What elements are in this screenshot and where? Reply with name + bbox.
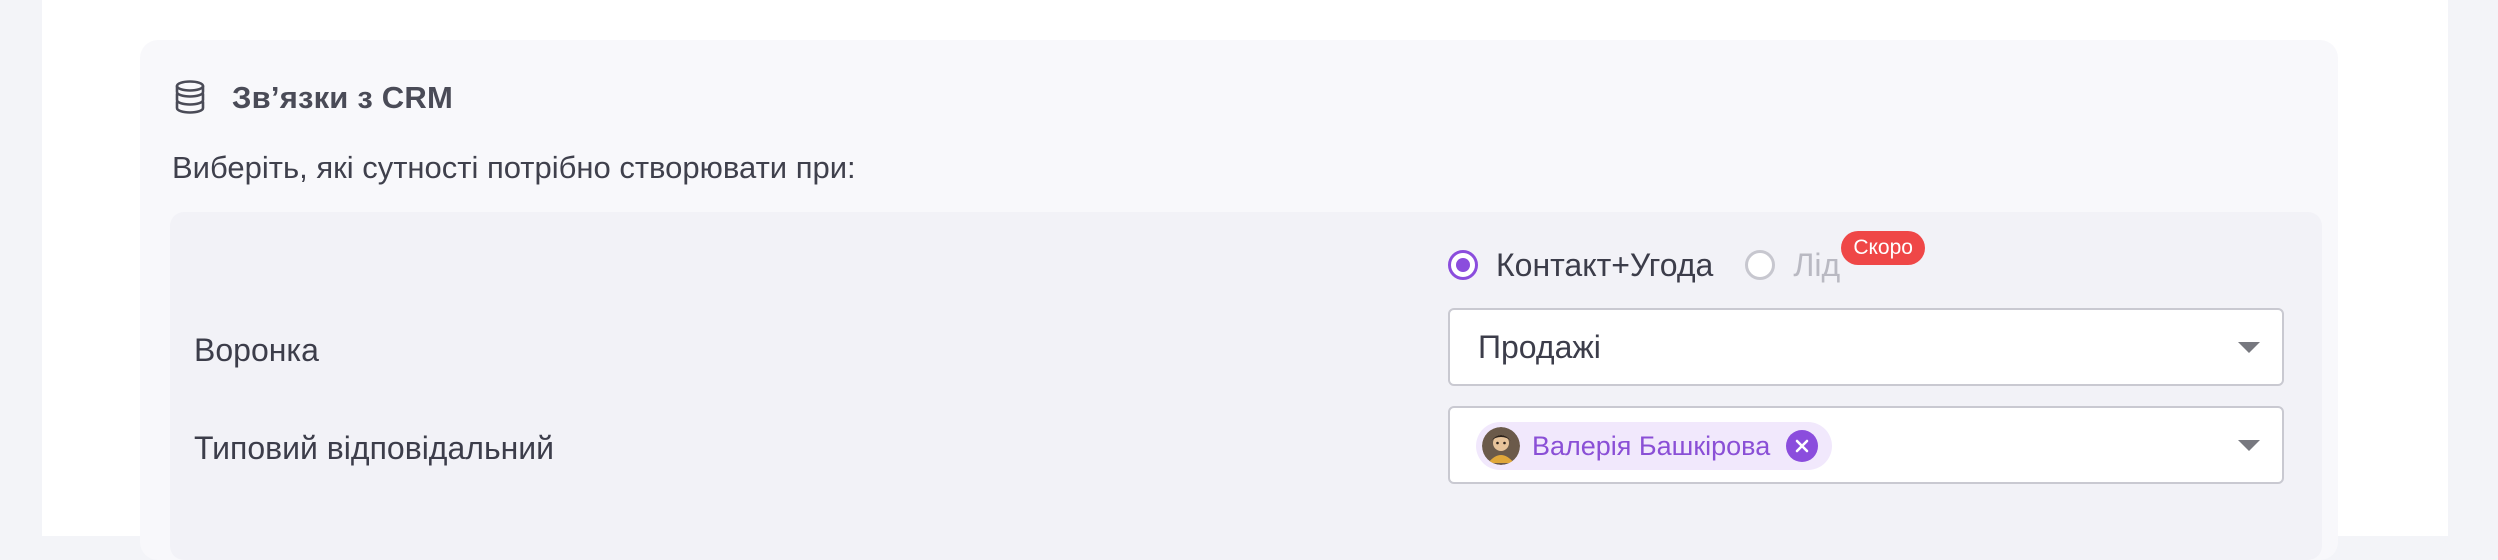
- radio-checked-icon[interactable]: [1448, 250, 1478, 280]
- database-icon: [175, 80, 205, 114]
- responsible-label: Типовий відповідальний: [194, 430, 555, 466]
- radio-unchecked-icon[interactable]: [1745, 250, 1776, 280]
- crm-links-card: Зв’язки з CRM Виберіть, які сутності пот…: [140, 40, 2338, 560]
- card-header: Зв’язки з CRM: [170, 78, 453, 118]
- responsible-user-chip[interactable]: Валерія Башкірова: [1476, 422, 1833, 470]
- radio-lead[interactable]: Лід Скоро: [1745, 230, 1925, 284]
- card-subtitle: Виберіть, які сутності потрібно створюва…: [172, 150, 856, 185]
- pipeline-select-value: Продажі: [1478, 329, 1601, 365]
- pipeline-label: Воронка: [194, 332, 319, 368]
- settings-page: Зв’язки з CRM Виберіть, які сутності пот…: [42, 0, 2448, 560]
- soon-badge: Скоро: [1841, 230, 1925, 265]
- pipeline-select[interactable]: Продажі: [1448, 308, 2284, 386]
- chevron-down-icon[interactable]: [2238, 342, 2260, 353]
- responsible-user-name: Валерія Башкірова: [1532, 430, 1771, 461]
- entity-type-radio-group: Контакт+Угода Лід Скоро: [1448, 230, 1925, 292]
- crm-settings-panel: Контакт+Угода Лід Скоро Воронка Продажі …: [170, 212, 2322, 560]
- radio-contact-deal[interactable]: Контакт+Угода: [1448, 247, 1713, 284]
- radio-label-contact-deal: Контакт+Угода: [1496, 246, 1714, 283]
- chevron-down-icon[interactable]: [2238, 440, 2260, 451]
- radio-label-lead: Лід: [1793, 246, 1841, 283]
- user-avatar-icon: [1482, 427, 1520, 465]
- card-title: Зв’язки з CRM: [232, 80, 453, 115]
- responsible-select[interactable]: Валерія Башкірова: [1448, 406, 2284, 484]
- close-icon[interactable]: [1786, 430, 1819, 462]
